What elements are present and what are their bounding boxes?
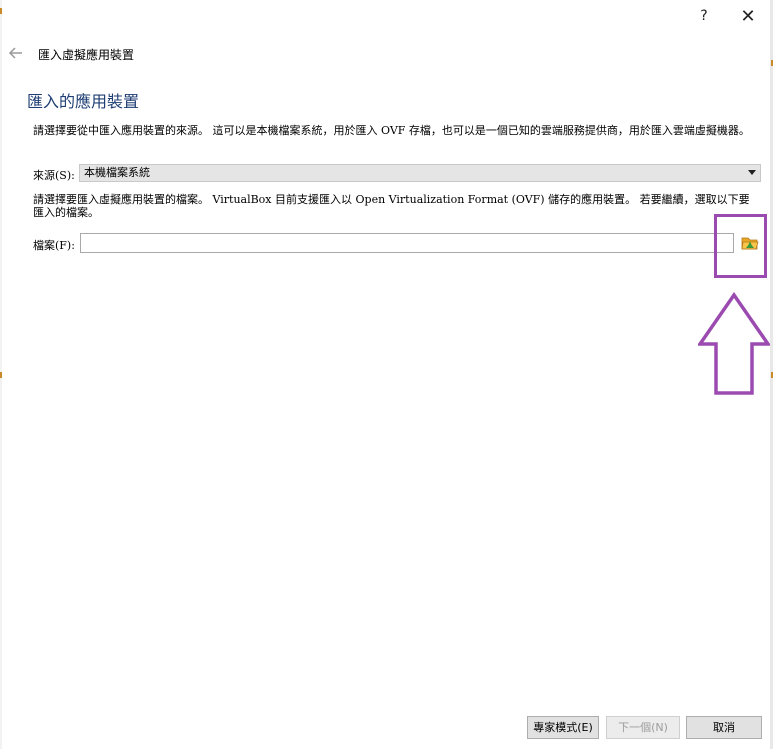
next-button[interactable]: 下一個(N) xyxy=(606,716,680,739)
annotation-up-arrow-icon xyxy=(696,291,772,400)
back-arrow-icon[interactable] xyxy=(8,45,24,61)
edge-mark xyxy=(0,8,2,14)
file-path-input[interactable] xyxy=(80,233,734,253)
wizard-title: 匯入虛擬應用裝置 xyxy=(38,48,135,62)
page-heading: 匯入的應用裝置 xyxy=(27,92,140,111)
help-button[interactable]: ? xyxy=(689,4,719,28)
source-select[interactable]: 本機檔案系統 xyxy=(79,164,761,182)
source-select-value: 本機檔案系統 xyxy=(84,166,150,179)
annotation-highlight-box xyxy=(714,214,767,278)
close-button[interactable]: ✕ xyxy=(733,4,763,28)
edge-mark xyxy=(0,372,2,378)
file-description: 請選擇要匯入虛擬應用裝置的檔案。 VirtualBox 目前支援匯入以 Open… xyxy=(33,193,750,219)
file-label: 檔案(F): xyxy=(33,239,75,252)
source-label: 來源(S): xyxy=(33,169,75,182)
cancel-button[interactable]: 取消 xyxy=(686,716,762,739)
expert-mode-button[interactable]: 專家模式(E) xyxy=(527,716,599,739)
source-description: 請選擇要從中匯入應用裝置的來源。 這可以是本機檔案系統，用於匯入 OVF 存檔，… xyxy=(33,124,750,137)
chevron-down-icon xyxy=(748,170,756,175)
